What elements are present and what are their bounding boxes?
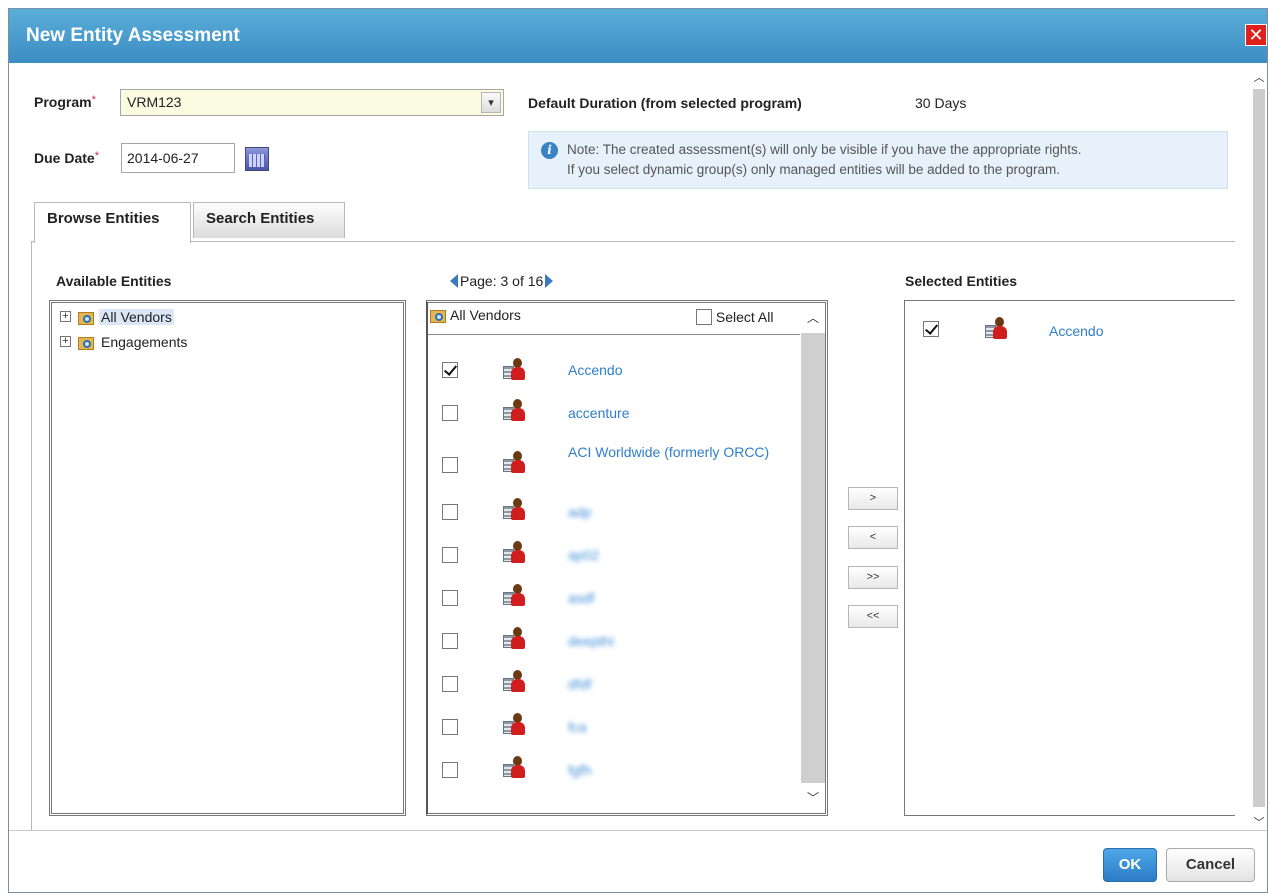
new-entity-assessment-dialog: New Entity Assessment ✕ Program* VRM123 …: [8, 8, 1268, 893]
close-icon[interactable]: ✕: [1245, 24, 1267, 46]
list-item-name[interactable]: dfdf: [568, 674, 591, 694]
vendor-person-icon: [503, 627, 529, 651]
ok-button[interactable]: OK: [1103, 848, 1157, 882]
vendor-person-icon: [503, 670, 529, 694]
entity-tree: + All Vendors + Engagements: [49, 300, 406, 816]
vendor-person-icon: [503, 451, 529, 475]
list-item-checkbox[interactable]: [442, 762, 458, 778]
add-all-button[interactable]: >>: [848, 566, 898, 589]
folder-search-icon: [78, 309, 96, 325]
list-item-name[interactable]: fca: [568, 717, 587, 737]
list-item-name[interactable]: Accendo: [568, 360, 622, 380]
next-page-icon[interactable]: [545, 274, 554, 288]
required-marker: *: [94, 150, 99, 162]
info-icon: i: [541, 142, 558, 159]
calendar-icon[interactable]: [245, 147, 269, 171]
note-line-1: Note: The created assessment(s) will onl…: [567, 142, 1082, 157]
pager-text: Page: 3 of 16: [460, 273, 544, 289]
vendor-person-icon: [503, 713, 529, 737]
scroll-up-icon[interactable]: ︿: [1251, 69, 1267, 85]
folder-search-icon: [430, 307, 448, 323]
due-date-label-text: Due Date: [34, 150, 95, 166]
program-label: Program*: [34, 94, 96, 110]
remove-all-button[interactable]: <<: [848, 605, 898, 628]
list-item-checkbox[interactable]: [442, 547, 458, 563]
vendor-person-icon: [503, 584, 529, 608]
scroll-up-icon[interactable]: ︿: [801, 303, 825, 333]
list-item-checkbox[interactable]: [442, 405, 458, 421]
tree-item-label[interactable]: Engagements: [99, 334, 189, 350]
scroll-down-icon[interactable]: ﹀: [801, 783, 825, 813]
scrollbar-thumb[interactable]: [1253, 89, 1265, 807]
dialog-scrollbar[interactable]: ︿ ﹀: [1251, 67, 1267, 830]
previous-page-icon[interactable]: [450, 274, 458, 288]
list-item-checkbox[interactable]: [442, 362, 458, 378]
list-scrollbar[interactable]: ︿ ﹀: [801, 303, 825, 813]
remove-selected-button[interactable]: <: [848, 526, 898, 549]
list-item-checkbox[interactable]: [442, 633, 458, 649]
select-all-label: Select All: [715, 309, 774, 325]
vendor-person-icon: [503, 541, 529, 565]
due-date-label: Due Date*: [34, 150, 99, 166]
selected-entities-title: Selected Entities: [905, 273, 1018, 289]
list-item-checkbox[interactable]: [442, 676, 458, 692]
dialog-titlebar: New Entity Assessment ✕: [9, 9, 1267, 63]
list-item-checkbox[interactable]: [442, 590, 458, 606]
list-item-name[interactable]: ACI Worldwide (formerly ORCC): [568, 442, 778, 462]
list-item-name[interactable]: deepthi: [568, 631, 614, 651]
available-entities-title: Available Entities: [56, 273, 172, 289]
entity-list: All Vendors Select All Accendo accenture…: [426, 300, 828, 816]
chevron-down-icon[interactable]: ▾: [481, 92, 501, 113]
selected-item-name[interactable]: Accendo: [1049, 323, 1103, 339]
vendor-person-icon: [503, 498, 529, 522]
dialog-title: New Entity Assessment: [26, 25, 240, 46]
program-value: VRM123: [127, 94, 182, 110]
note-text: Note: The created assessment(s) will onl…: [567, 140, 1082, 180]
cancel-button[interactable]: Cancel: [1166, 848, 1255, 882]
expand-icon[interactable]: +: [60, 311, 71, 322]
list-item-name[interactable]: fgfh: [568, 760, 591, 780]
scroll-down-icon[interactable]: ﹀: [1251, 814, 1267, 830]
vendor-person-icon: [503, 358, 529, 382]
list-header: All Vendors Select All: [428, 303, 800, 335]
program-select[interactable]: VRM123 ▾: [120, 89, 504, 116]
folder-search-icon: [78, 334, 96, 350]
list-item-name[interactable]: adp: [568, 502, 591, 522]
pager: Page: 3 of 16: [450, 273, 554, 289]
selected-entities-list: Accendo: [904, 300, 1235, 816]
add-selected-button[interactable]: >: [848, 487, 898, 510]
list-item-checkbox[interactable]: [442, 719, 458, 735]
note-line-2: If you select dynamic group(s) only mana…: [567, 162, 1061, 177]
list-item-checkbox[interactable]: [442, 457, 458, 473]
footer-divider: [9, 830, 1267, 831]
list-item-name[interactable]: accenture: [568, 403, 629, 423]
note-box: i Note: The created assessment(s) will o…: [528, 131, 1228, 189]
tab-browse-entities[interactable]: Browse Entities: [34, 202, 191, 243]
due-date-field[interactable]: 2014-06-27: [121, 143, 235, 173]
select-all-checkbox[interactable]: [696, 309, 712, 325]
selected-item-checkbox[interactable]: [923, 321, 939, 337]
duration-value: 30 Days: [915, 95, 967, 111]
select-all[interactable]: Select All: [696, 309, 773, 325]
vendor-person-icon: [985, 317, 1011, 341]
tab-search-entities[interactable]: Search Entities: [193, 202, 345, 238]
tree-item-label[interactable]: All Vendors: [99, 309, 174, 325]
duration-label: Default Duration (from selected program): [528, 95, 802, 111]
list-item-name[interactable]: ap02: [568, 545, 599, 565]
program-label-text: Program: [34, 94, 92, 110]
list-item-checkbox[interactable]: [442, 504, 458, 520]
vendor-person-icon: [503, 399, 529, 423]
list-item-name[interactable]: asdf: [568, 588, 594, 608]
vendor-person-icon: [503, 756, 529, 780]
list-header-title: All Vendors: [450, 307, 521, 323]
expand-icon[interactable]: +: [60, 336, 71, 347]
required-marker: *: [91, 94, 96, 106]
